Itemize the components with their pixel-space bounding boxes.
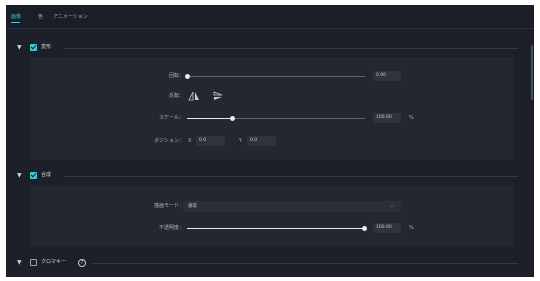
active-tab-indicator [11, 22, 20, 23]
section-divider [64, 48, 518, 49]
blend-mode-select[interactable]: 通常 ⌄ [183, 201, 401, 212]
opacity-slider[interactable] [187, 226, 367, 231]
tab-image[interactable]: 画像 [11, 12, 21, 22]
compositing-checkbox[interactable] [30, 172, 37, 179]
properties-window: 画像 色 アニメーション ▼ 変形 回転： 0.00 反転： スケール： 100… [6, 5, 534, 277]
scale-slider-knob[interactable] [230, 116, 235, 121]
position-x-label: X [188, 138, 192, 144]
flip-horizontal-icon[interactable] [212, 91, 224, 101]
section-header-chroma-key[interactable]: ▼ クロマキー ? [6, 257, 526, 269]
rotation-label: 回転： [168, 73, 184, 79]
opacity-unit: % [409, 225, 414, 231]
tab-animation[interactable]: アニメーション [53, 12, 88, 22]
position-x-input[interactable]: 0.0 [196, 136, 225, 146]
tab-color[interactable]: 色 [38, 12, 43, 22]
position-label: ポジション： [153, 138, 184, 144]
section-title-transform: 変形 [41, 44, 52, 50]
scale-slider-fill [187, 118, 232, 119]
chroma-key-checkbox[interactable] [30, 259, 37, 266]
section-title-compositing: 合成 [41, 172, 52, 178]
scale-unit: % [409, 115, 414, 121]
blend-mode-value: 通常 [188, 204, 197, 209]
scale-value-input[interactable]: 100.00 [373, 113, 401, 123]
scale-slider[interactable] [187, 116, 365, 121]
rotation-slider-knob[interactable] [185, 74, 190, 79]
opacity-slider-fill [187, 228, 365, 229]
rotation-value-input[interactable]: 0.00 [373, 71, 401, 81]
section-divider [64, 176, 518, 177]
position-y-input[interactable]: 0.0 [247, 136, 276, 146]
flip-label: 反転： [168, 93, 184, 99]
section-header-transform[interactable]: ▼ 変形 [6, 42, 526, 54]
scrollbar[interactable] [530, 29, 534, 277]
scale-label: スケール： [158, 115, 184, 121]
transform-panel: 回転： 0.00 反転： スケール： 100.00 % ポジション： X 0.0… [30, 57, 514, 160]
blend-mode-label: 描画モード： [153, 203, 184, 209]
scrollbar-thumb[interactable] [531, 45, 533, 100]
collapse-caret-icon[interactable]: ▼ [17, 259, 22, 267]
rotation-slider[interactable] [185, 74, 365, 79]
tab-bar: 画像 色 アニメーション [6, 5, 534, 29]
section-title-chroma-key: クロマキー [41, 259, 67, 265]
help-icon[interactable]: ? [78, 259, 86, 267]
chevron-down-icon: ⌄ [389, 203, 394, 209]
collapse-caret-icon[interactable]: ▼ [17, 44, 22, 52]
opacity-slider-knob[interactable] [362, 226, 367, 231]
opacity-value-input[interactable]: 100.00 [373, 223, 401, 233]
compositing-panel: 描画モード： 通常 ⌄ 不透明度： 100.00 % [30, 186, 514, 246]
flip-vertical-icon[interactable] [188, 91, 200, 101]
section-header-compositing[interactable]: ▼ 合成 [6, 170, 526, 182]
opacity-label: 不透明度： [158, 225, 184, 231]
position-y-label: Y [239, 138, 243, 144]
transform-checkbox[interactable] [30, 44, 37, 51]
collapse-caret-icon[interactable]: ▼ [17, 172, 22, 180]
section-divider [92, 263, 518, 264]
